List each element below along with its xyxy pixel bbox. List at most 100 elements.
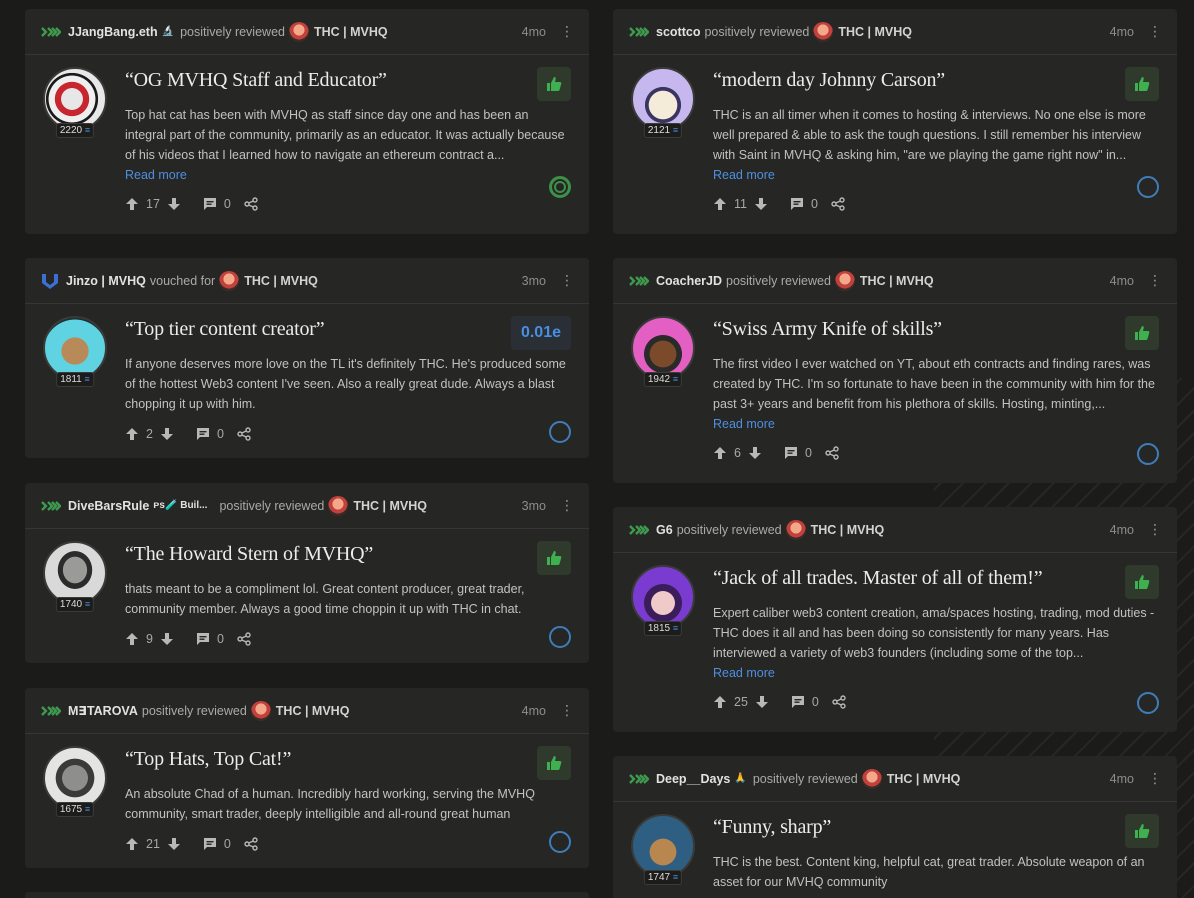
avatar[interactable] <box>631 814 695 878</box>
thumbs-up-icon[interactable] <box>1125 67 1159 101</box>
kebab-menu-icon[interactable]: ⋮ <box>1148 770 1162 787</box>
subject-name[interactable]: THC | MVHQ <box>811 523 885 537</box>
credibility-ring[interactable] <box>1137 176 1159 198</box>
kebab-menu-icon[interactable]: ⋮ <box>1148 521 1162 538</box>
review-card[interactable]: Deep__Days 🙏 positively reviewed THC | M… <box>613 756 1177 898</box>
avatar[interactable] <box>43 67 107 131</box>
kebab-menu-icon[interactable]: ⋮ <box>560 497 574 514</box>
arrow-up-icon[interactable] <box>713 695 727 709</box>
arrow-up-icon[interactable] <box>125 427 139 441</box>
read-more-link[interactable]: Read more <box>713 417 775 431</box>
subject-avatar[interactable] <box>250 700 271 721</box>
kebab-menu-icon[interactable]: ⋮ <box>1148 272 1162 289</box>
share-icon[interactable] <box>244 837 258 851</box>
avatar[interactable] <box>43 316 107 380</box>
subject-avatar[interactable] <box>328 495 349 516</box>
subject-name[interactable]: THC | MVHQ <box>353 499 427 513</box>
share-icon[interactable] <box>831 197 845 211</box>
arrow-down-icon[interactable] <box>748 446 762 460</box>
review-card[interactable]: CoacherJD positively reviewed THC | MVHQ… <box>613 258 1177 483</box>
credibility-ring[interactable] <box>1137 692 1159 714</box>
thumbs-up-icon[interactable] <box>537 541 571 575</box>
credibility-ring[interactable] <box>549 176 571 198</box>
author-name[interactable]: G6 <box>656 523 673 537</box>
arrow-up-icon[interactable] <box>125 632 139 646</box>
subject-name[interactable]: THC | MVHQ <box>314 25 388 39</box>
share-icon[interactable] <box>237 632 251 646</box>
read-more-link[interactable]: Read more <box>713 666 775 680</box>
review-action: positively reviewed <box>676 522 782 537</box>
subject-avatar[interactable] <box>785 519 806 540</box>
thumbs-up-icon[interactable] <box>537 67 571 101</box>
comment-icon[interactable] <box>790 197 804 211</box>
comment-icon[interactable] <box>791 695 805 709</box>
credibility-ring[interactable] <box>549 626 571 648</box>
review-card[interactable]: G6 positively reviewed THC | MVHQ 4mo ⋮ … <box>613 507 1177 732</box>
thumbs-up-icon[interactable] <box>537 746 571 780</box>
thumbs-up-icon[interactable] <box>1125 565 1159 599</box>
thumbs-up-icon[interactable] <box>1125 316 1159 350</box>
author-name[interactable]: JJangBang.eth <box>68 25 158 39</box>
share-icon[interactable] <box>244 197 258 211</box>
arrow-down-icon[interactable] <box>160 632 174 646</box>
subject-name[interactable]: THC | MVHQ <box>887 772 961 786</box>
arrow-down-icon[interactable] <box>755 695 769 709</box>
avatar[interactable] <box>631 565 695 629</box>
share-icon[interactable] <box>237 427 251 441</box>
credibility-ring[interactable] <box>1137 443 1159 465</box>
comment-icon[interactable] <box>196 632 210 646</box>
credibility-ring[interactable] <box>549 421 571 443</box>
kebab-menu-icon[interactable]: ⋮ <box>560 702 574 719</box>
read-more-link[interactable]: Read more <box>125 168 187 182</box>
review-card[interactable]: scottco positively reviewed THC | MVHQ 4… <box>613 9 1177 234</box>
avatar[interactable] <box>43 746 107 810</box>
avatar[interactable] <box>631 316 695 380</box>
review-title: “Top tier content creator” <box>125 318 325 340</box>
author-name[interactable]: scottco <box>656 25 700 39</box>
kebab-menu-icon[interactable]: ⋮ <box>560 23 574 40</box>
kebab-menu-icon[interactable]: ⋮ <box>560 272 574 289</box>
review-card[interactable]: Jinzo | MVHQ vouched for THC | MVHQ 3mo … <box>25 258 589 458</box>
arrow-down-icon[interactable] <box>167 837 181 851</box>
share-icon[interactable] <box>832 695 846 709</box>
credibility-ring[interactable] <box>549 831 571 853</box>
avatar[interactable] <box>631 67 695 131</box>
thumbs-up-icon[interactable] <box>1125 814 1159 848</box>
arrow-up-icon[interactable] <box>125 837 139 851</box>
subject-avatar[interactable] <box>834 270 855 291</box>
vouch-amount[interactable]: 0.01e <box>510 316 571 350</box>
arrow-down-icon[interactable] <box>754 197 768 211</box>
share-icon[interactable] <box>825 446 839 460</box>
kebab-menu-icon[interactable]: ⋮ <box>1148 23 1162 40</box>
comment-icon[interactable] <box>203 837 217 851</box>
author-name[interactable]: CoacherJD <box>656 274 722 288</box>
subject-avatar[interactable] <box>861 768 882 789</box>
comment-icon[interactable] <box>196 427 210 441</box>
author-name[interactable]: M∃TAROVA <box>68 703 138 718</box>
positive-review-icon <box>629 275 649 286</box>
subject-avatar[interactable] <box>813 21 834 42</box>
author-name[interactable]: Deep__Days <box>656 772 730 786</box>
review-card[interactable]: DiveBarsRule ᴘs🧪 Buil... positively revi… <box>25 483 589 663</box>
subject-avatar[interactable] <box>219 270 240 291</box>
arrow-up-icon[interactable] <box>713 197 727 211</box>
subject-name[interactable]: THC | MVHQ <box>860 274 934 288</box>
score-badge: 2121 ≡ <box>643 123 683 138</box>
arrow-up-icon[interactable] <box>713 446 727 460</box>
subject-name[interactable]: THC | MVHQ <box>276 704 350 718</box>
comment-icon[interactable] <box>784 446 798 460</box>
author-name[interactable]: DiveBarsRule <box>68 499 149 513</box>
read-more-link[interactable]: Read more <box>713 168 775 182</box>
comment-icon[interactable] <box>203 197 217 211</box>
upvote-count: 2 <box>146 427 153 441</box>
arrow-down-icon[interactable] <box>167 197 181 211</box>
subject-name[interactable]: THC | MVHQ <box>244 274 318 288</box>
avatar[interactable] <box>43 541 107 605</box>
author-name[interactable]: Jinzo | MVHQ <box>66 274 146 288</box>
arrow-down-icon[interactable] <box>160 427 174 441</box>
subject-name[interactable]: THC | MVHQ <box>838 25 912 39</box>
review-card[interactable]: M∃TAROVA positively reviewed THC | MVHQ … <box>25 688 589 868</box>
arrow-up-icon[interactable] <box>125 197 139 211</box>
subject-avatar[interactable] <box>288 21 309 42</box>
review-card[interactable]: JJangBang.eth 🔬 positively reviewed THC … <box>25 9 589 234</box>
